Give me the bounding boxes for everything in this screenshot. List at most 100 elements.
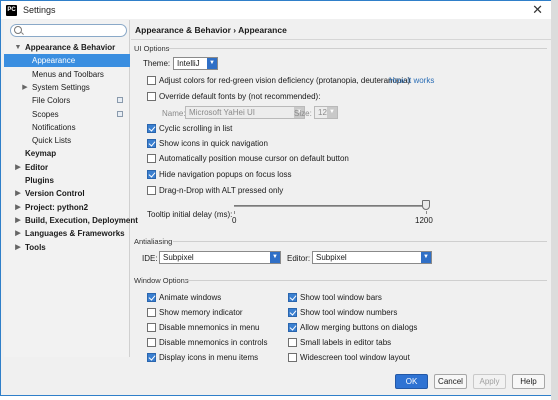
window-option-checkbox[interactable] <box>147 353 156 362</box>
override-fonts-checkbox[interactable] <box>147 92 156 101</box>
drag-drop-label: Drag-n-Drop with ALT pressed only <box>159 186 284 195</box>
sidebar-item[interactable]: ▶ Project: python2 <box>4 201 130 214</box>
adjust-colors-checkbox[interactable] <box>147 76 156 85</box>
chevron-right-icon[interactable]: ▶ <box>21 81 29 94</box>
override-fonts-label: Override default fonts by (not recommend… <box>159 92 321 101</box>
window-option-checkbox[interactable] <box>288 293 297 302</box>
window-option-label: Show tool window bars <box>300 293 382 302</box>
chevron-down-icon: ▼ <box>421 252 431 263</box>
sidebar-item-label: Quick Lists <box>32 136 72 146</box>
window-option-label: Small labels in editor tabs <box>300 338 392 347</box>
search-input[interactable] <box>25 26 123 36</box>
theme-select[interactable]: IntelliJ ▼ <box>173 57 218 70</box>
chevron-down-icon: ▼ <box>327 107 337 118</box>
chevron-right-icon[interactable]: ▶ <box>14 214 22 227</box>
font-name-select[interactable]: Microsoft YaHei UI ▼ <box>185 106 305 119</box>
section-antialiasing: Antialiasing <box>134 237 173 246</box>
hide-popups-checkbox[interactable] <box>147 170 156 179</box>
help-button[interactable]: Help <box>512 374 545 389</box>
chevron-down-icon[interactable]: ▼ <box>14 41 22 54</box>
settings-sidebar: ▼ Appearance & Behavior Appearance Menus an… <box>4 20 138 357</box>
font-size-label: Size: <box>294 109 312 118</box>
search-icon <box>14 26 22 34</box>
editor-aa-value: Subpixel <box>316 253 347 262</box>
window-option-checkbox[interactable] <box>288 308 297 317</box>
chevron-right-icon[interactable]: ▶ <box>14 187 22 200</box>
sidebar-item[interactable]: ▶ System Settings <box>4 81 130 94</box>
show-icons-checkbox[interactable] <box>147 139 156 148</box>
sidebar-item-label: File Colors <box>32 96 71 106</box>
sidebar-item[interactable]: ▶ Tools <box>4 241 130 254</box>
apply-button[interactable]: Apply <box>473 374 506 389</box>
breadcrumb: Appearance & Behavior › Appearance <box>135 25 287 35</box>
project-scope-icon <box>117 97 123 104</box>
sidebar-item-label: Appearance & Behavior <box>25 43 116 52</box>
sidebar-item[interactable]: ▶ Version Control <box>4 187 130 200</box>
sidebar-item-label: Project: python2 <box>25 202 89 212</box>
adjust-colors-label: Adjust colors for red-green vision defic… <box>159 76 411 85</box>
window-option-checkbox[interactable] <box>147 323 156 332</box>
title-bar: PC Settings ✕ <box>1 1 551 19</box>
section-window-options: Window Options <box>134 276 189 285</box>
auto-mouse-checkbox[interactable] <box>147 154 156 163</box>
sidebar-item[interactable]: ▶ Editor <box>4 161 130 174</box>
ide-aa-label: IDE: <box>142 254 158 263</box>
sidebar-item[interactable]: Plugins <box>4 174 130 187</box>
sidebar-item[interactable]: Quick Lists <box>4 134 130 147</box>
sidebar-item[interactable]: Keymap <box>4 147 130 160</box>
chevron-right-icon[interactable]: ▶ <box>14 227 22 240</box>
ide-aa-value: Subpixel <box>163 253 194 262</box>
window-option-label: Allow merging buttons on dialogs <box>300 323 418 332</box>
editor-aa-label: Editor: <box>287 254 311 263</box>
window-option-label: Widescreen tool window layout <box>300 353 410 362</box>
sidebar-item-label: Version Control <box>25 189 85 199</box>
window-option-label: Disable mnemonics in menu <box>159 323 260 332</box>
ok-button[interactable]: OK <box>395 374 428 389</box>
sidebar-item-label: Tools <box>25 242 46 252</box>
sidebar-item[interactable]: ▶ Build, Execution, Deployment <box>4 214 138 227</box>
chevron-right-icon[interactable]: ▶ <box>14 201 22 214</box>
window-option-label: Animate windows <box>159 293 222 302</box>
section-ui-options: UI Options <box>134 44 170 53</box>
sidebar-item[interactable]: Menus and Toolbars <box>4 68 130 81</box>
window-option-checkbox[interactable] <box>288 323 297 332</box>
cancel-button[interactable]: Cancel <box>434 374 467 389</box>
ide-aa-select[interactable]: Subpixel ▼ <box>159 251 281 264</box>
sidebar-item[interactable]: File Colors <box>4 94 130 107</box>
slider-tick <box>426 211 427 214</box>
window-option-checkbox[interactable] <box>147 338 156 347</box>
settings-content: Appearance & Behavior › Appearance UI Op… <box>131 20 551 362</box>
window-option-checkbox[interactable] <box>288 338 297 347</box>
sidebar-item[interactable]: ▶ Languages & Frameworks <box>4 227 130 240</box>
sidebar-item-label: Build, Execution, Deployment <box>25 215 138 225</box>
slider-tick <box>234 211 235 214</box>
tooltip-min-label: 0 <box>232 216 237 225</box>
window-option-checkbox[interactable] <box>147 308 156 317</box>
sidebar-item-label: Keymap <box>25 149 57 159</box>
sidebar-item-label: Appearance <box>32 56 76 66</box>
tooltip-delay-track[interactable] <box>234 205 426 207</box>
tooltip-delay-slider[interactable] <box>422 200 430 210</box>
show-icons-label: Show icons in quick navigation <box>159 139 268 148</box>
sidebar-item[interactable]: ▼ Appearance & Behavior <box>4 41 130 54</box>
sidebar-item-label: Languages & Frameworks <box>25 229 125 239</box>
drag-drop-checkbox[interactable] <box>147 186 156 195</box>
hide-popups-label: Hide navigation popups on focus loss <box>159 170 292 179</box>
section-divider <box>173 241 547 242</box>
search-field[interactable] <box>10 24 127 37</box>
close-icon[interactable]: ✕ <box>532 3 543 17</box>
sidebar-item[interactable]: Notifications <box>4 121 130 134</box>
chevron-right-icon[interactable]: ▶ <box>14 241 22 254</box>
editor-aa-select[interactable]: Subpixel ▼ <box>312 251 432 264</box>
how-it-works-link[interactable]: How it works <box>389 76 434 85</box>
sidebar-item-label: Menus and Toolbars <box>32 69 104 79</box>
window-option-checkbox[interactable] <box>147 293 156 302</box>
sidebar-item[interactable]: Scopes <box>4 108 130 121</box>
project-scope-icon <box>117 110 123 117</box>
sidebar-item-label: Notifications <box>32 122 76 132</box>
window-option-checkbox[interactable] <box>288 353 297 362</box>
cyclic-scrolling-checkbox[interactable] <box>147 124 156 133</box>
chevron-right-icon[interactable]: ▶ <box>14 161 22 174</box>
sidebar-item[interactable]: Appearance <box>4 54 130 68</box>
font-size-select[interactable]: 12 ▼ <box>314 106 338 119</box>
